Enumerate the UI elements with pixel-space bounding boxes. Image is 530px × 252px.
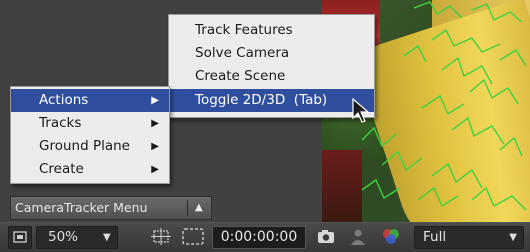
menu-item-toggle-2d-3d[interactable]: Toggle 2D/3D (Tab): [169, 89, 374, 112]
menu-item-create[interactable]: Create ▶: [11, 158, 169, 181]
menu-item-label: Tracks: [39, 115, 82, 131]
region-of-interest-icon: [151, 228, 171, 245]
submenu-arrow-icon: ▶: [151, 141, 159, 152]
safe-area-icon: [182, 228, 204, 245]
snapshot-button[interactable]: [314, 226, 338, 247]
viewer-toolbar: 50% ▼ 0:00:00:00 Full ▼: [0, 222, 530, 251]
zoom-dropdown[interactable]: 50% ▼: [36, 226, 118, 249]
rgb-channels-icon: [383, 229, 399, 244]
person-icon: [351, 229, 365, 245]
camera-tracker-menu-label: CameraTracker Menu: [15, 200, 148, 215]
menu-item-label: Ground Plane: [39, 138, 130, 154]
menu-item-label: Actions: [39, 92, 89, 108]
menu-item-tracks[interactable]: Tracks ▶: [11, 112, 169, 135]
quality-dropdown[interactable]: Full ▼: [414, 226, 524, 249]
menu-item-label: Toggle 2D/3D (Tab): [195, 92, 328, 108]
menu-item-label: Create Scene: [195, 68, 286, 84]
menu-item-create-scene[interactable]: Create Scene: [169, 65, 374, 88]
menu-item-label: Track Features: [195, 22, 293, 38]
chevron-down-icon: ▼: [103, 232, 111, 243]
menu-item-label: Create: [39, 161, 84, 177]
user-button[interactable]: [348, 226, 368, 247]
menu-item-actions[interactable]: Actions ▶: [11, 89, 169, 112]
mouse-cursor-icon: [352, 98, 370, 123]
menu-item-solve-camera[interactable]: Solve Camera: [169, 42, 374, 65]
chevron-down-icon: ▼: [509, 232, 517, 243]
safe-area-button[interactable]: [180, 226, 206, 247]
camera-icon: [318, 230, 334, 243]
menu-up-arrow-icon[interactable]: ▲: [195, 197, 203, 218]
submenu-arrow-icon: ▶: [151, 164, 159, 175]
submenu-arrow-icon: ▶: [151, 118, 159, 129]
menu-item-label: Solve Camera: [195, 45, 290, 61]
camera-tracker-menu-button[interactable]: CameraTracker Menu ▲: [10, 196, 212, 220]
viewer-settings-icon: [13, 231, 27, 243]
color-channels-button[interactable]: [378, 226, 404, 247]
submenu-arrow-icon: ▶: [151, 95, 159, 106]
menu-item-ground-plane[interactable]: Ground Plane ▶: [11, 135, 169, 158]
separator: [187, 200, 188, 216]
zoom-value: 50%: [47, 229, 78, 245]
context-menu: Actions ▶ Tracks ▶ Ground Plane ▶ Create…: [10, 86, 170, 184]
actions-submenu: Track Features Solve Camera Create Scene…: [168, 14, 375, 118]
viewer-settings-button[interactable]: [8, 226, 32, 249]
menu-item-track-features[interactable]: Track Features: [169, 19, 374, 42]
quality-value: Full: [423, 229, 447, 245]
timecode-display[interactable]: 0:00:00:00: [212, 226, 306, 249]
roi-button[interactable]: [150, 226, 172, 247]
